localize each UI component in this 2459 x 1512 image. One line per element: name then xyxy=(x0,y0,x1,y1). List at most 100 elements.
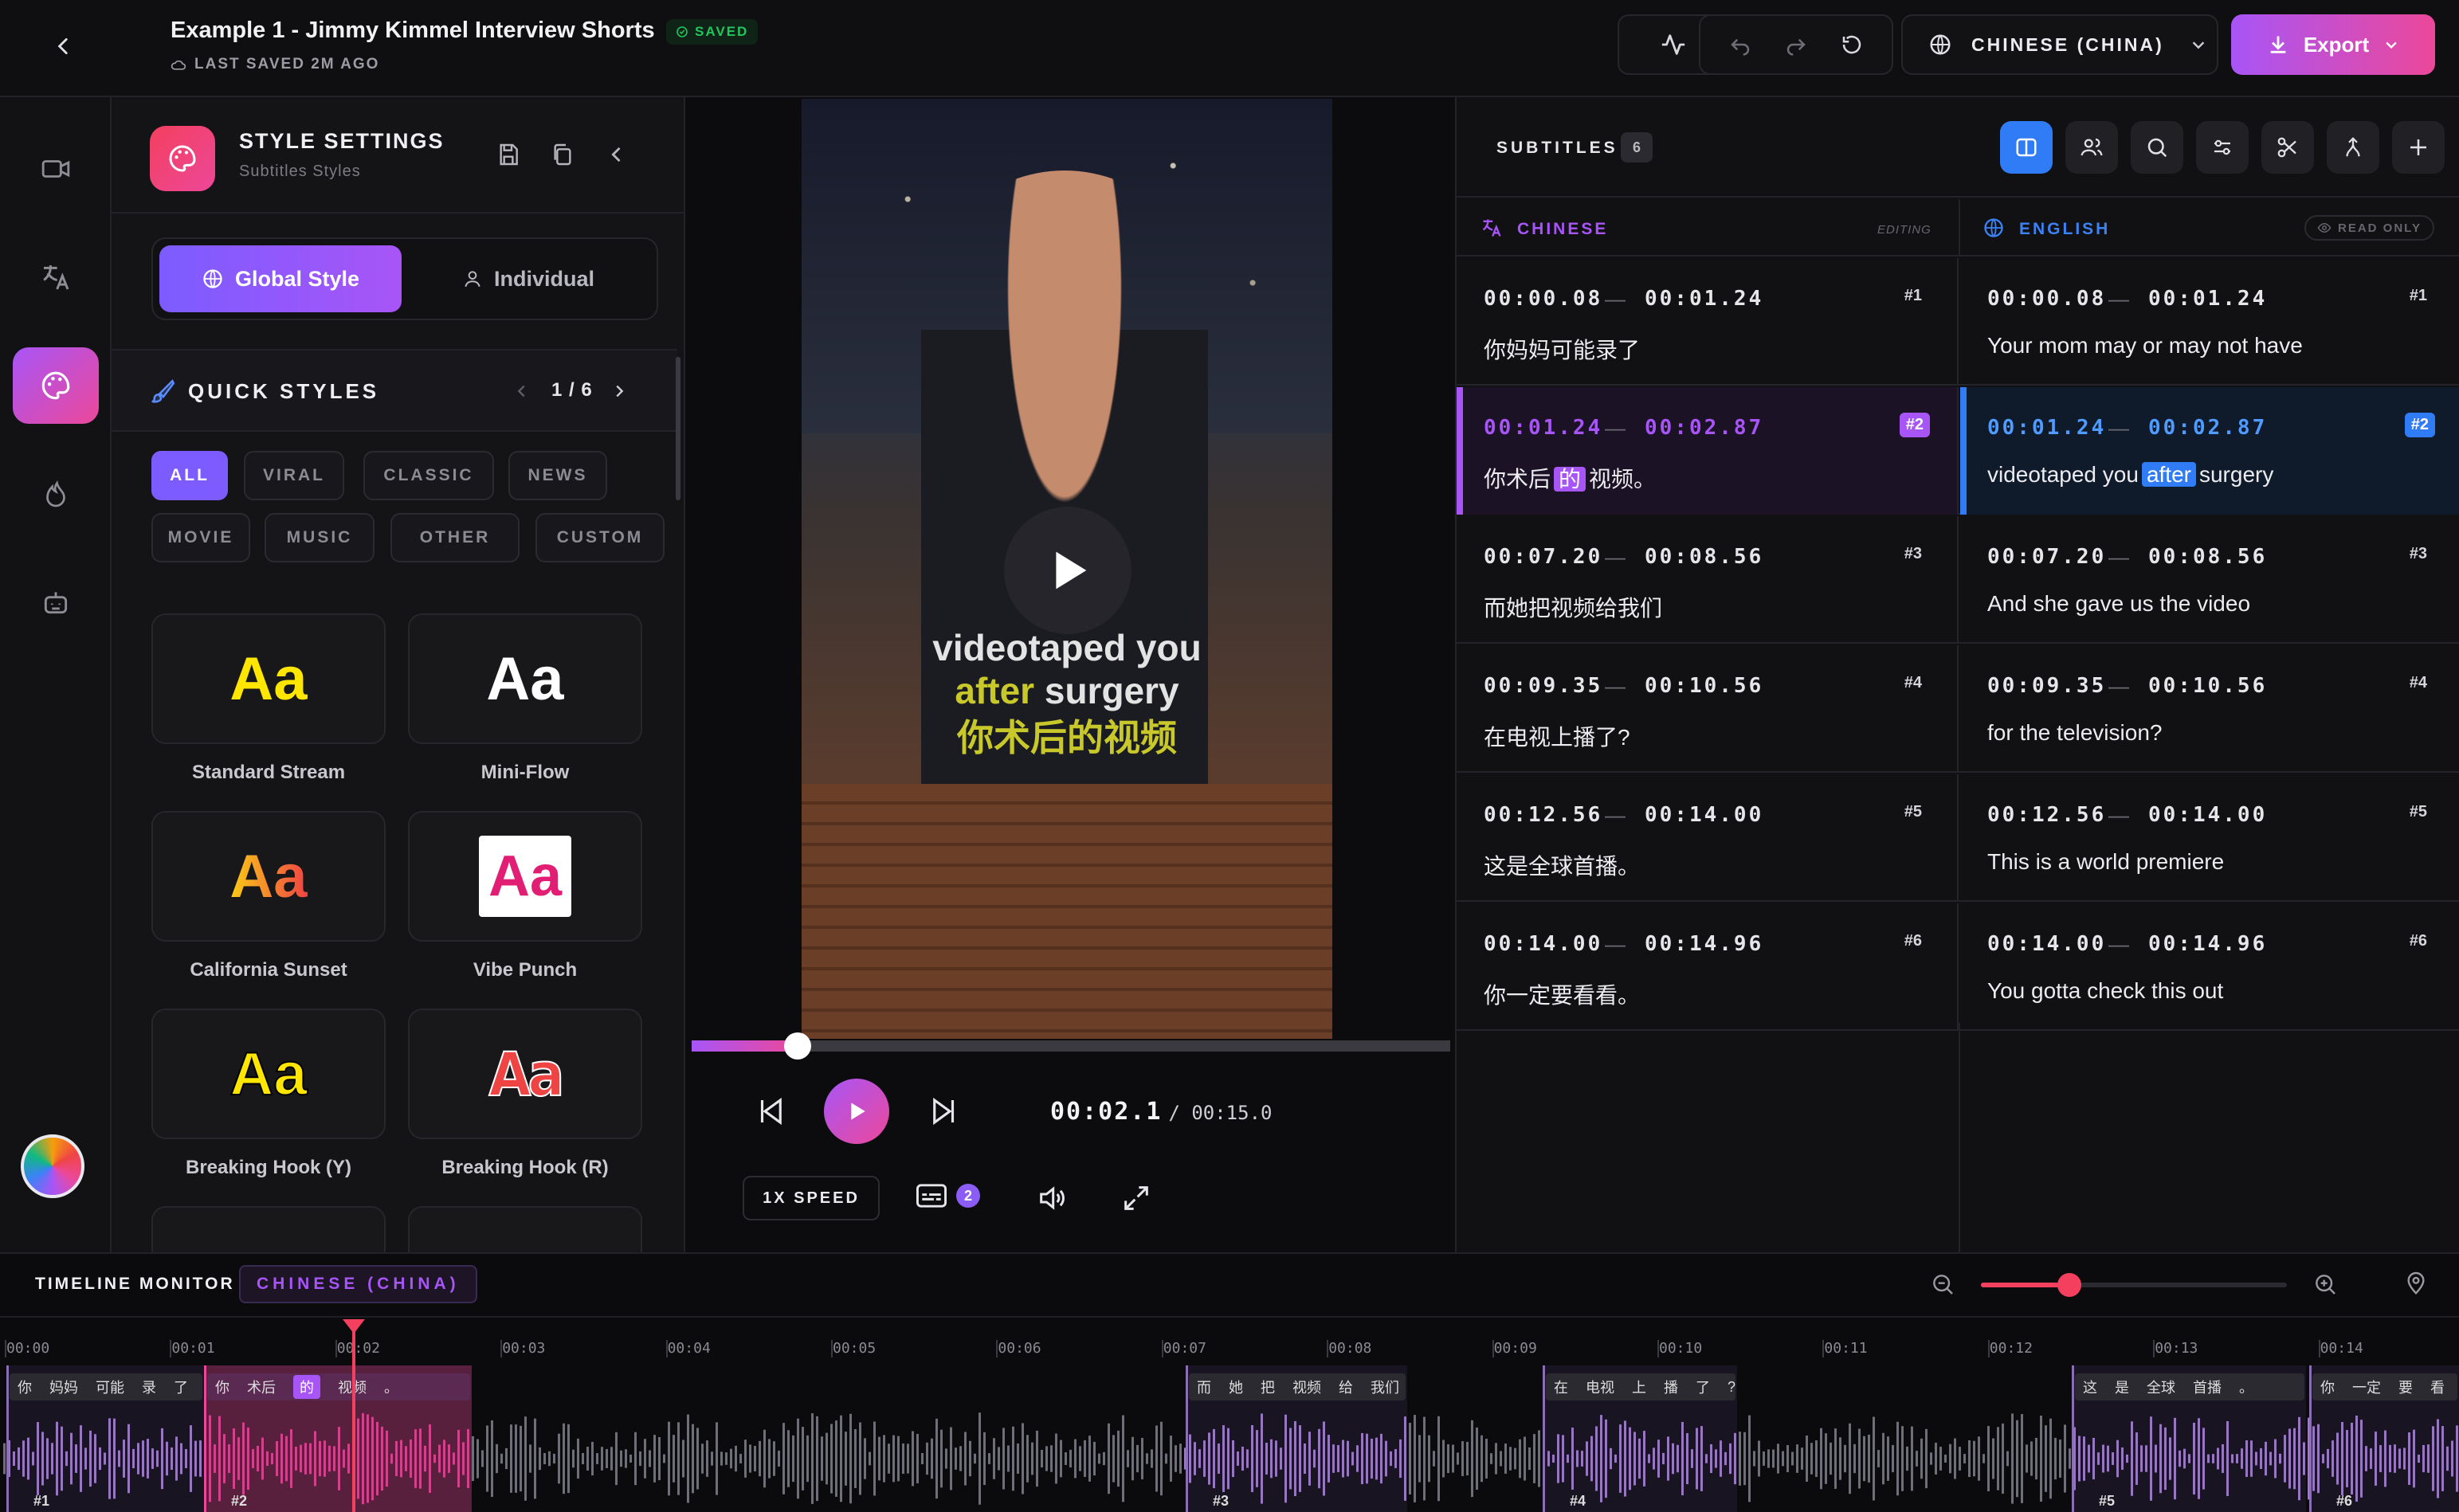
subtitle-cell-chinese[interactable]: 00:07.20— 00:08.56 #3 而她把视频给我们 xyxy=(1457,516,1959,644)
start-time[interactable]: 00:14.00 xyxy=(1484,932,1602,956)
skip-forward-button[interactable] xyxy=(928,1095,961,1128)
end-time[interactable]: 00:14.00 xyxy=(2148,803,2267,827)
rail-style[interactable] xyxy=(13,347,99,424)
collapse-panel-icon[interactable] xyxy=(606,143,628,166)
progress-bar[interactable] xyxy=(692,1032,1450,1060)
style-card[interactable]: Aa xyxy=(408,811,642,942)
next-page-icon[interactable] xyxy=(610,382,628,400)
cut-button[interactable] xyxy=(2261,121,2314,174)
start-time[interactable]: 00:07.20 xyxy=(1987,545,2106,569)
subtitle-row[interactable]: 00:14.00—00:14.96 #6 你一定要看看。 00:14.00—00:14… xyxy=(1457,903,2459,1031)
filter-chip-movie[interactable]: MOVIE xyxy=(151,513,250,562)
segment-word[interactable]: 了 xyxy=(174,1377,188,1397)
segment-word[interactable]: 一定 xyxy=(2352,1377,2381,1397)
chinese-text[interactable]: 你一定要看看。 xyxy=(1484,978,1640,1010)
segment-word[interactable]: 我们 xyxy=(1371,1377,1399,1397)
start-time[interactable]: 00:12.56 xyxy=(1987,803,2106,827)
play-overlay-button[interactable] xyxy=(1004,507,1131,634)
user-avatar[interactable] xyxy=(21,1134,84,1198)
zoom-slider-handle[interactable] xyxy=(2057,1273,2081,1297)
start-time[interactable]: 00:09.35 xyxy=(1484,674,1602,698)
subtitle-cell-english[interactable]: 00:12.56— 00:14.00 #5 This is a world premi… xyxy=(1960,774,2459,902)
segment-word[interactable]: 给 xyxy=(1339,1377,1353,1397)
volume-icon[interactable] xyxy=(1036,1182,1068,1214)
search-button[interactable] xyxy=(2131,121,2183,174)
video-frame[interactable]: videotaped you after surgery 你术后的视频 xyxy=(802,99,1332,1039)
subtitle-cell-english[interactable]: 00:09.35— 00:10.56 #4 for the television? xyxy=(1960,645,2459,773)
filter-chip-classic[interactable]: CLASSIC xyxy=(363,451,494,500)
filter-chip-other[interactable]: OTHER xyxy=(390,513,520,562)
subtitle-cell-chinese[interactable]: 00:12.56— 00:14.00 #5 这是全球首播。 xyxy=(1457,774,1959,902)
filter-chip-all[interactable]: ALL xyxy=(151,451,228,500)
rail-ai[interactable] xyxy=(13,564,99,640)
subtitle-cell-chinese[interactable]: 00:01.24— 00:02.87 #2 你术后的视频。 xyxy=(1457,387,1959,515)
end-time[interactable]: 00:01.24 xyxy=(2148,287,2267,311)
location-pin-icon[interactable] xyxy=(2403,1270,2429,1295)
speed-button[interactable]: 1X SPEED xyxy=(743,1176,880,1220)
segment-word[interactable]: 妈妈 xyxy=(49,1377,78,1397)
segment-word[interactable]: 你 xyxy=(215,1377,229,1397)
zoom-out-icon[interactable] xyxy=(1930,1271,1955,1297)
start-time[interactable]: 00:14.00 xyxy=(1987,932,2106,956)
undo-icon[interactable] xyxy=(1728,33,1752,57)
zoom-in-icon[interactable] xyxy=(2312,1271,2338,1297)
segment-word[interactable]: 在 xyxy=(1554,1377,1568,1397)
subtitle-cell-english[interactable]: 00:00.08— 00:01.24 #1 Your mom may or may n… xyxy=(1960,258,2459,386)
segment-word[interactable]: 可能 xyxy=(96,1377,124,1397)
export-button[interactable]: Export xyxy=(2231,14,2435,75)
segment-word[interactable]: ? xyxy=(1728,1379,1735,1396)
start-time[interactable]: 00:12.56 xyxy=(1484,803,1602,827)
end-time[interactable]: 00:14.00 xyxy=(1645,803,1763,827)
rail-effects[interactable] xyxy=(13,456,99,532)
end-time[interactable]: 00:08.56 xyxy=(1645,545,1763,569)
save-style-icon[interactable] xyxy=(496,142,521,167)
rail-translate[interactable] xyxy=(13,239,99,315)
play-button[interactable] xyxy=(824,1079,889,1144)
filter-chip-music[interactable]: MUSIC xyxy=(265,513,375,562)
fullscreen-icon[interactable] xyxy=(1120,1182,1152,1214)
end-time[interactable]: 00:08.56 xyxy=(2148,545,2267,569)
segment-word[interactable]: 视频 xyxy=(1292,1377,1321,1397)
segment-word[interactable]: 而 xyxy=(1197,1377,1211,1397)
subtitle-row[interactable]: 00:12.56—00:14.00 #5 这是全球首播。 00:12.56—00:14… xyxy=(1457,774,2459,902)
split-view-button[interactable] xyxy=(2000,121,2053,174)
segment-word[interactable]: 录 xyxy=(142,1377,156,1397)
style-card[interactable]: Aa xyxy=(151,811,386,942)
end-time[interactable]: 00:01.24 xyxy=(1645,287,1763,311)
segment-word[interactable]: 看 xyxy=(2430,1377,2445,1397)
style-card[interactable] xyxy=(408,1206,642,1252)
subtitle-row[interactable]: 00:09.35—00:10.56 #4 在电视上播了? 00:09.35—00:10… xyxy=(1457,645,2459,773)
chinese-text[interactable]: 而她把视频给我们 xyxy=(1484,591,1662,623)
subtitle-row[interactable]: 00:01.24—00:02.87 #2 你术后的视频。 00:01.24—00:02… xyxy=(1457,387,2459,515)
start-time[interactable]: 00:00.08 xyxy=(1484,287,1602,311)
reset-icon[interactable] xyxy=(1840,33,1864,57)
segment-word[interactable]: 全球 xyxy=(2147,1377,2175,1397)
panel-scrollbar[interactable] xyxy=(676,357,680,500)
subtitle-cell-chinese[interactable]: 00:14.00— 00:14.96 #6 你一定要看看。 xyxy=(1457,903,1959,1031)
copy-style-icon[interactable] xyxy=(550,142,575,167)
segment-word[interactable]: 。 xyxy=(2239,1377,2253,1397)
style-card[interactable]: Aa xyxy=(151,1009,386,1139)
project-title[interactable]: Example 1 - Jimmy Kimmel Interview Short… xyxy=(171,18,655,44)
start-time[interactable]: 00:09.35 xyxy=(1987,674,2106,698)
filter-chip-viral[interactable]: VIRAL xyxy=(244,451,344,500)
segment-word[interactable]: 你 xyxy=(18,1377,32,1397)
zoom-slider[interactable] xyxy=(1981,1273,2287,1297)
subtitle-cell-chinese[interactable]: 00:00.08— 00:01.24 #1 你妈妈可能录了 xyxy=(1457,258,1959,386)
language-select[interactable]: CHINESE (CHINA) xyxy=(1901,14,2218,75)
end-time[interactable]: 00:02.87 xyxy=(2148,416,2267,440)
prev-page-icon[interactable] xyxy=(513,382,531,400)
subtitle-row[interactable]: 00:07.20—00:08.56 #3 而她把视频给我们 00:07.20—00:0… xyxy=(1457,516,2459,644)
rail-video[interactable] xyxy=(13,131,99,207)
style-card[interactable]: Aa xyxy=(408,613,642,744)
merge-button[interactable] xyxy=(2327,121,2379,174)
segment-word[interactable]: 术后 xyxy=(247,1377,276,1397)
end-time[interactable]: 00:10.56 xyxy=(2148,674,2267,698)
segment-word[interactable]: 首播 xyxy=(2193,1377,2222,1397)
style-card[interactable] xyxy=(151,1206,386,1252)
start-time[interactable]: 00:07.20 xyxy=(1484,545,1602,569)
adjust-button[interactable] xyxy=(2196,121,2249,174)
subtitle-cell-english[interactable]: 00:01.24— 00:02.87 #2 videotaped you after su… xyxy=(1960,387,2459,515)
segment-word[interactable]: 。 xyxy=(384,1377,398,1397)
tab-global-style[interactable]: Global Style xyxy=(159,245,402,312)
